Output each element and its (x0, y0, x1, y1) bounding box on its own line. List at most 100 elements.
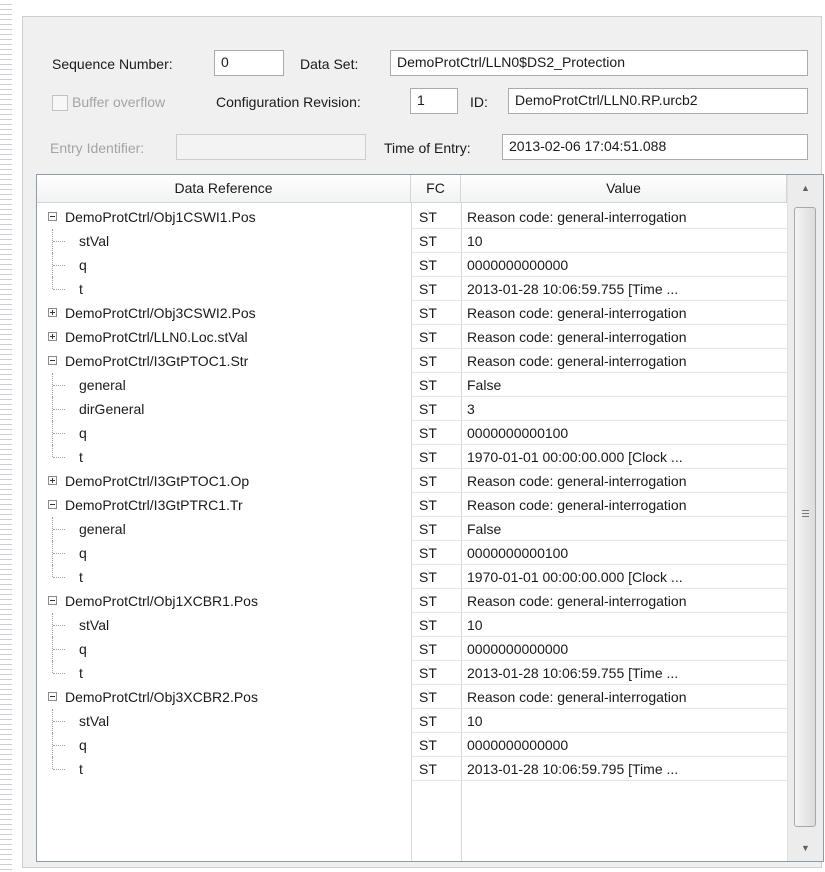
scroll-down-arrow-icon[interactable]: ▼ (788, 837, 823, 859)
tree-leaf-row[interactable]: t ST 2013-01-28 10:06:59.755 [Time ... (37, 277, 787, 301)
expand-plus-icon[interactable] (48, 308, 57, 317)
row-data-reference: t (79, 449, 83, 465)
row-value: 0000000000000 (467, 641, 569, 657)
collapse-minus-icon[interactable] (48, 692, 57, 701)
tree-leaf-row[interactable]: t ST 2013-01-28 10:06:59.795 [Time ... (37, 757, 787, 781)
tree-line (52, 757, 54, 769)
tree-connector (53, 673, 65, 674)
scroll-up-arrow-icon[interactable]: ▲ (788, 177, 823, 199)
row-fc: ST (419, 233, 437, 249)
tree-node-row[interactable]: DemoProtCtrl/Obj1XCBR1.Pos ST Reason code:… (37, 589, 787, 613)
time-of-entry-field[interactable]: 2013-02-06 17:04:51.088 (502, 134, 808, 160)
row-value: 0000000000000 (467, 737, 569, 753)
tree-leaf-row[interactable]: stVal ST 10 (37, 709, 787, 733)
scroll-thumb[interactable] (794, 207, 816, 827)
row-value: 2013-01-28 10:06:59.755 [Time ... (467, 281, 679, 297)
tree-node-row[interactable]: DemoProtCtrl/Obj3XCBR2.Pos ST Reason code:… (37, 685, 787, 709)
sequence-number-field[interactable]: 0 (214, 50, 284, 76)
tree-leaf-row[interactable]: dirGeneral ST 3 (37, 397, 787, 421)
tree-leaf-row[interactable]: q ST 0000000000100 (37, 541, 787, 565)
tree-connector (53, 721, 65, 722)
tree-node-row[interactable]: DemoProtCtrl/I3GtPTOC1.Op ST Reason code: … (37, 469, 787, 493)
row-data-reference: t (79, 569, 83, 585)
row-data-reference: DemoProtCtrl/Obj1CSWI1.Pos (65, 209, 256, 225)
row-data-reference: DemoProtCtrl/Obj3XCBR2.Pos (65, 689, 258, 705)
id-field[interactable]: DemoProtCtrl/LLN0.RP.urcb2 (508, 88, 808, 114)
row-data-reference: dirGeneral (79, 401, 145, 417)
tree-leaf-row[interactable]: q ST 0000000000000 (37, 637, 787, 661)
collapse-minus-icon[interactable] (48, 596, 57, 605)
row-value: 10 (467, 617, 483, 633)
expand-plus-icon[interactable] (48, 332, 57, 341)
row-data-reference: DemoProtCtrl/I3GtPTOC1.Str (65, 353, 249, 369)
tree-connector (53, 625, 65, 626)
data-set-field[interactable]: DemoProtCtrl/LLN0$DS2_Protection (390, 50, 808, 76)
tree-node-row[interactable]: DemoProtCtrl/LLN0.Loc.stVal ST Reason code… (37, 325, 787, 349)
row-data-reference: q (79, 737, 87, 753)
row-fc: ST (419, 329, 437, 345)
tree-leaf-row[interactable]: t ST 1970-01-01 00:00:00.000 [Clock ... (37, 445, 787, 469)
tree-leaf-row[interactable]: general ST False (37, 517, 787, 541)
row-data-reference: stVal (79, 713, 110, 729)
row-value: 10 (467, 713, 483, 729)
configuration-revision-field[interactable]: 1 (410, 88, 458, 114)
tree-node-row[interactable]: DemoProtCtrl/I3GtPTRC1.Tr ST Reason code: … (37, 493, 787, 517)
row-data-reference: stVal (79, 233, 110, 249)
tree-leaf-row[interactable]: general ST False (37, 373, 787, 397)
row-value: False (467, 521, 502, 537)
row-value: 0000000000100 (467, 425, 569, 441)
tree-leaf-row[interactable]: t ST 1970-01-01 00:00:00.000 [Clock ... (37, 565, 787, 589)
left-edge-stripe (0, 0, 12, 872)
row-value: Reason code: general-interrogation (467, 209, 687, 225)
row-fc: ST (419, 209, 437, 225)
row-fc: ST (419, 353, 437, 369)
row-value: Reason code: general-interrogation (467, 593, 687, 609)
tree-connector (53, 457, 65, 458)
row-data-reference: t (79, 665, 83, 681)
row-fc: ST (419, 593, 437, 609)
collapse-minus-icon[interactable] (48, 356, 57, 365)
vertical-scrollbar[interactable]: ▲ ▼ (787, 175, 823, 861)
tree-line (52, 277, 54, 289)
row-fc: ST (419, 713, 437, 729)
expand-plus-icon[interactable] (48, 476, 57, 485)
row-fc: ST (419, 665, 437, 681)
tree-node-row[interactable]: DemoProtCtrl/I3GtPTOC1.Str ST Reason code:… (37, 349, 787, 373)
tree-leaf-row[interactable]: stVal ST 10 (37, 229, 787, 253)
tree-leaf-row[interactable]: q ST 0000000000000 (37, 253, 787, 277)
row-fc: ST (419, 425, 437, 441)
column-header-fc[interactable]: FC (411, 175, 461, 202)
data-set-label: Data Set: (300, 56, 359, 72)
configuration-revision-label: Configuration Revision: (216, 94, 361, 110)
tree-connector (53, 241, 65, 242)
row-fc: ST (419, 305, 437, 321)
tree-connector (53, 265, 65, 266)
time-of-entry-label: Time of Entry: (384, 140, 471, 156)
collapse-minus-icon[interactable] (48, 500, 57, 509)
tree-node-row[interactable]: DemoProtCtrl/Obj1CSWI1.Pos ST Reason code:… (37, 205, 787, 229)
id-label: ID: (470, 94, 488, 110)
row-fc: ST (419, 257, 437, 273)
row-fc: ST (419, 761, 437, 777)
collapse-minus-icon[interactable] (48, 212, 57, 221)
tree-connector (53, 409, 65, 410)
tree-leaf-row[interactable]: stVal ST 10 (37, 613, 787, 637)
column-header-value[interactable]: Value (461, 175, 787, 202)
row-fc: ST (419, 401, 437, 417)
column-header-data-reference[interactable]: Data Reference (37, 175, 411, 202)
tree-connector (53, 529, 65, 530)
row-fc: ST (419, 497, 437, 513)
tree-connector (53, 433, 65, 434)
row-value: 1970-01-01 00:00:00.000 [Clock ... (467, 449, 683, 465)
tree-line (52, 661, 54, 673)
tree-connector (53, 745, 65, 746)
data-reference-tree-grid[interactable]: Data Reference FC Value DemoProtCtrl/Obj… (36, 174, 824, 862)
tree-leaf-row[interactable]: q ST 0000000000100 (37, 421, 787, 445)
row-value: Reason code: general-interrogation (467, 473, 687, 489)
tree-node-row[interactable]: DemoProtCtrl/Obj3CSWI2.Pos ST Reason code:… (37, 301, 787, 325)
tree-connector (53, 649, 65, 650)
tree-leaf-row[interactable]: t ST 2013-01-28 10:06:59.755 [Time ... (37, 661, 787, 685)
row-data-reference: q (79, 545, 87, 561)
buffer-overflow-checkbox[interactable] (52, 95, 68, 111)
tree-leaf-row[interactable]: q ST 0000000000000 (37, 733, 787, 757)
